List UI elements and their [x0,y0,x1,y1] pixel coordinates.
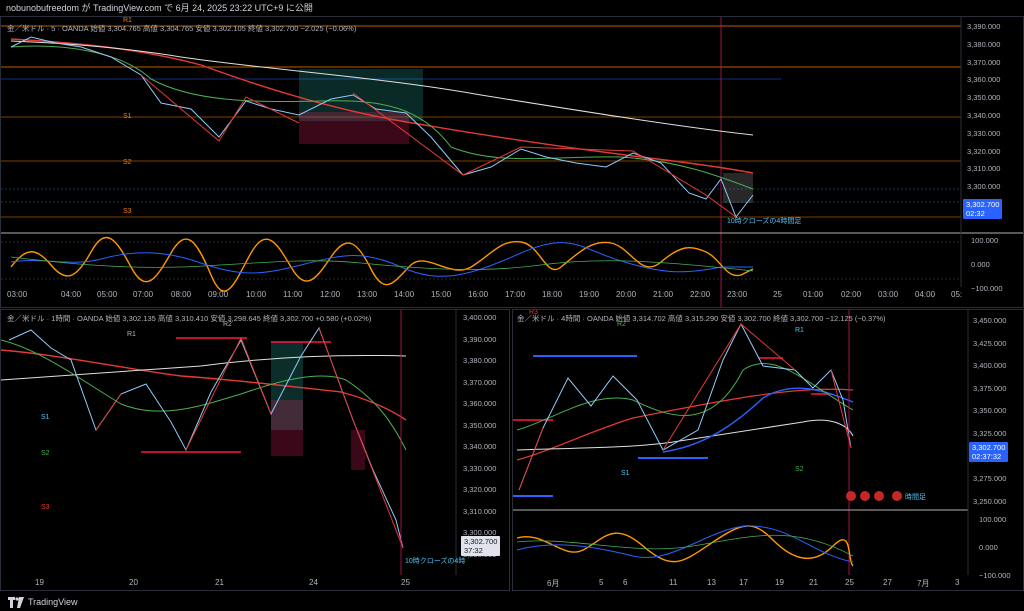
annotation-label-1h: 10時クローズの4時 [405,558,466,565]
chart-panel-5min[interactable]: 金／米ドル · 5 · OANDA 始値 3,304.765 高値 3,304.… [0,16,1024,308]
level-label-r1-1h: R1 [127,331,136,338]
annotation-label-4h: 時間足 [905,494,926,501]
level-label-s2-4h: S2 [795,466,804,473]
price-axis-5min[interactable]: 3,390.000 3,380.000 3,370.000 3,360.000 3,35… [967,18,1000,196]
level-label-s2: S2 [123,159,132,166]
level-label-r2-4h: R2 [617,321,626,328]
level-label-s3: S3 [123,208,132,215]
level-label-r3-4h: R3 [529,309,538,316]
publish-header: nobunobufreedom が TradingView.com で 6月 2… [6,3,313,13]
footer-bar: TradingView [0,594,1024,611]
chart-5min-canvas [1,17,1023,307]
level-label-s1-1h: S1 [41,414,50,421]
price-axis-4h[interactable]: 3,450.000 3,425.000 3,400.000 3,375.000 3,35… [973,310,1006,513]
chart-panel-4h[interactable]: 金／米ドル · 4時間 · OANDA 始値 3,314.702 高値 3,31… [512,309,1024,591]
osc-axis-5min: 100.000 0.000 −100.000 [971,236,1003,293]
level-label-r1: R1 [123,17,132,24]
last-price-tag-1h: 3,302.700 37:32 [461,536,501,556]
footer-brand[interactable]: TradingView [28,594,78,611]
level-label-s1-4h: S1 [621,470,630,477]
chart-4h-canvas [513,310,969,575]
level-label-s1: S1 [123,113,132,120]
level-label-s3-1h: S3 [41,504,50,511]
chart-5min-title: 金／米ドル · 5 · OANDA 始値 3,304.765 高値 3,304.… [7,24,357,33]
last-price-tag-4h: 3,302.700 02:37:32 [969,442,1009,462]
chart-1h-canvas [1,310,457,575]
last-price-tag-5min: 3,302.700 02:32 [963,199,1003,219]
annotation-label: 10時クローズの4時間足 [727,218,802,225]
chart-4h-title: 金／米ドル · 4時間 · OANDA 始値 3,314.702 高値 3,31… [517,314,886,323]
level-label-s2-1h: S2 [41,450,50,457]
tradingview-logo-icon[interactable] [8,597,24,608]
chart-1h-title: 金／米ドル · 1時間 · OANDA 始値 3,302.135 高値 3,31… [7,314,372,323]
level-label-r2-1h: R2 [223,321,232,328]
level-label-r1-4h: R1 [795,327,804,334]
chart-panel-1h[interactable]: 金／米ドル · 1時間 · OANDA 始値 3,302.135 高値 3,31… [0,309,510,591]
time-axis-5min[interactable]: 03:00 04:00 05:00 07:00 08:00 09:00 10:0… [1,288,962,306]
osc-axis-4h: 100.000 0.000 −100.000 [979,515,1011,580]
time-axis-1h[interactable]: 19 20 21 24 25 [1,576,456,590]
price-axis-1h[interactable]: 3,400.000 3,390.000 3,380.000 3,370.000 3,36… [463,310,496,565]
time-axis-4h[interactable]: 6月 5 6 11 13 17 19 21 25 27 7月 3 [513,576,968,590]
